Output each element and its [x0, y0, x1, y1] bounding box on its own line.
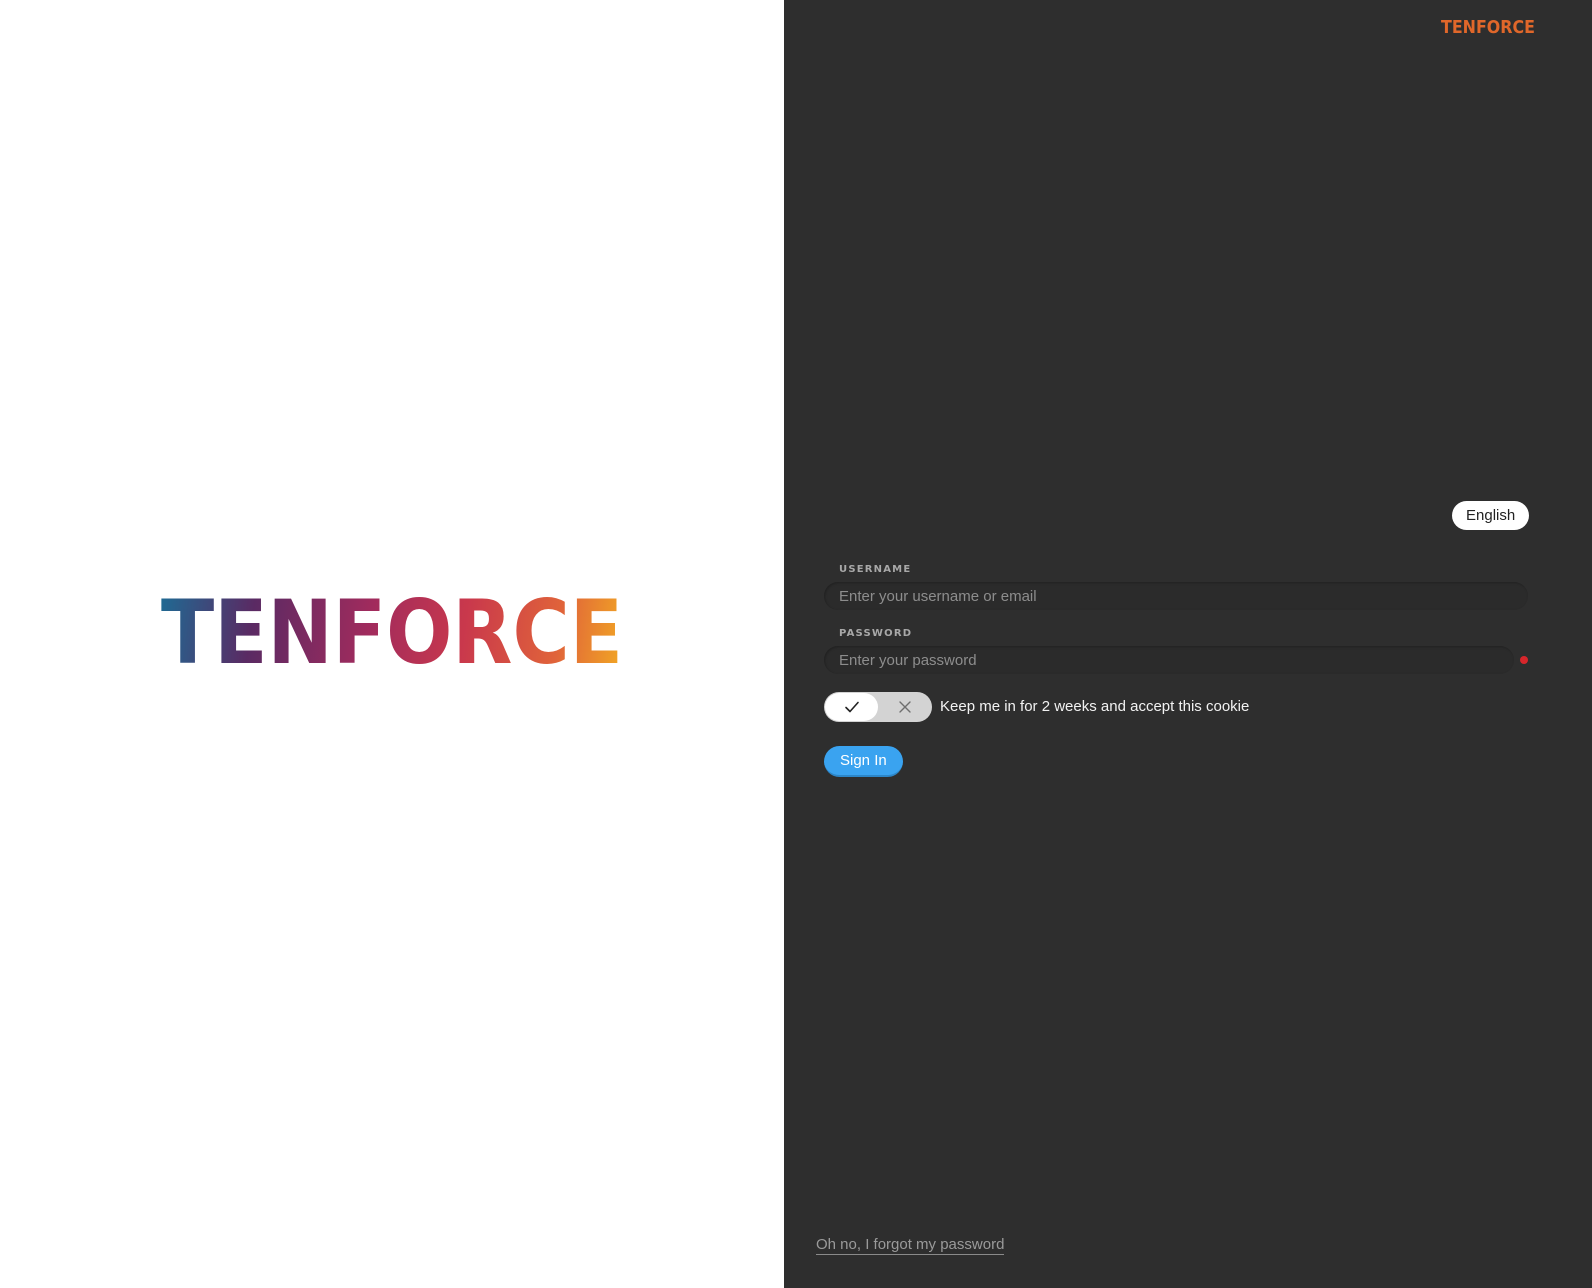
login-panel: TENFORCE English USERNAME PASSWORD Keep … [784, 0, 1592, 1288]
corner-logo: TENFORCE [1441, 17, 1535, 38]
close-icon [899, 701, 911, 713]
check-icon [844, 701, 859, 713]
username-input[interactable] [824, 582, 1528, 610]
username-label: USERNAME [839, 564, 912, 575]
language-selector-button[interactable]: English [1452, 501, 1530, 530]
required-indicator-icon [1520, 656, 1528, 664]
password-label: PASSWORD [839, 628, 913, 639]
corner-wordmark: TENFORCE [1441, 17, 1535, 38]
brand-panel: TENFORCE [0, 0, 784, 1288]
forgot-password-link[interactable]: Oh no, I forgot my password [816, 1236, 1005, 1255]
sign-in-button[interactable]: Sign In [824, 746, 903, 777]
logo-wordmark: TENFORCE [161, 581, 623, 684]
tenforce-logo: TENFORCE [161, 581, 623, 684]
remember-me-toggle[interactable] [824, 692, 932, 722]
remember-me-label: Keep me in for 2 weeks and accept this c… [940, 698, 1250, 715]
toggle-knob [825, 693, 878, 721]
toggle-off-side [878, 692, 932, 722]
login-page: TENFORCE TENFORCE English USERNAME PASSW… [0, 0, 1592, 1288]
password-input[interactable] [824, 646, 1514, 674]
